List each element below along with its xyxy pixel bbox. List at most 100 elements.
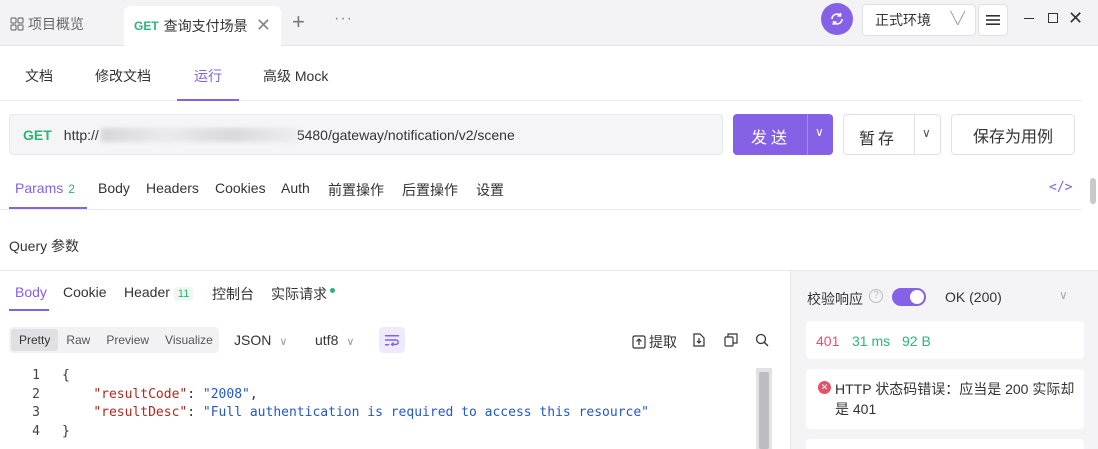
encoding-value: utf8 bbox=[315, 332, 339, 348]
help-icon[interactable]: ? bbox=[869, 289, 883, 303]
tab-pre-processors[interactable]: 前置操作 bbox=[328, 180, 384, 200]
validation-error: ✕ HTTP 状态码错误：应当是 200 实际却是 401 bbox=[806, 369, 1084, 429]
chevron-down-icon[interactable]: ∨ bbox=[922, 126, 931, 140]
grid-icon bbox=[10, 17, 24, 31]
tab-query-payment-scene[interactable]: GET 查询支付场景 ✕ bbox=[124, 6, 281, 46]
more-tabs-icon[interactable]: ··· bbox=[334, 10, 353, 28]
response-tab-console[interactable]: 控制台 bbox=[212, 284, 254, 304]
expected-response-select[interactable]: OK (200) bbox=[945, 289, 1002, 305]
code-text: "resultCode": "2008", bbox=[93, 386, 258, 402]
code-text: } bbox=[62, 423, 70, 439]
code-line: 4} bbox=[0, 424, 773, 443]
api-subnav: 文档 修改文档 运行 高级 Mock bbox=[0, 46, 1082, 101]
subnav-run[interactable]: 运行 bbox=[194, 66, 222, 86]
tab-settings[interactable]: 设置 bbox=[476, 180, 504, 200]
response-tab-header[interactable]: Header 11 bbox=[124, 284, 194, 301]
request-method[interactable]: GET bbox=[23, 127, 52, 143]
tab-params[interactable]: Params 2 bbox=[15, 180, 75, 196]
subnav-advanced-mock[interactable]: 高级 Mock bbox=[263, 66, 328, 86]
code-line: 3 "resultDesc": "Full authentication is … bbox=[0, 405, 773, 424]
url-prefix: http:// bbox=[63, 126, 99, 143]
url-input[interactable]: GET http:// 5480/gateway/notification/v2… bbox=[9, 114, 723, 155]
view-mode-pretty[interactable]: Pretty bbox=[11, 329, 59, 351]
subnav-docs[interactable]: 文档 bbox=[25, 66, 53, 86]
chevron-down-icon: ╲╱ bbox=[950, 11, 965, 25]
code-scrollbar[interactable] bbox=[756, 368, 772, 449]
response-tabs: Body Cookie Header 11 控制台 实际请求 bbox=[0, 271, 789, 311]
chevron-down-icon[interactable]: ∨ bbox=[815, 125, 824, 139]
extract-icon bbox=[632, 335, 646, 349]
word-wrap-button[interactable] bbox=[379, 327, 405, 353]
subnav-active-indicator bbox=[177, 99, 239, 101]
wrap-icon bbox=[385, 335, 399, 346]
minimize-icon[interactable] bbox=[1024, 18, 1034, 19]
response-tab-actual-request-label: 实际请求 bbox=[271, 286, 327, 302]
response-tab-active-indicator bbox=[9, 309, 49, 311]
validation-next-card bbox=[806, 439, 1084, 449]
header-count-badge: 11 bbox=[173, 287, 194, 301]
request-tabs: Params 2 Body Headers Cookies Auth 前置操作 后… bbox=[0, 168, 1082, 210]
response-view-toolbar: Pretty Raw Preview Visualize JSON ∨ utf8 ∨… bbox=[0, 325, 789, 355]
validate-response-label: 校验响应 bbox=[807, 291, 863, 307]
add-tab-icon[interactable]: + bbox=[292, 10, 305, 34]
chevron-down-icon: ∨ bbox=[279, 336, 288, 348]
send-button[interactable]: 发送 ∨ bbox=[733, 114, 833, 155]
tab-params-label: Params bbox=[15, 180, 64, 196]
save-draft-label: 暂存 bbox=[859, 131, 898, 148]
line-number: 2 bbox=[32, 386, 40, 402]
response-tab-header-label: Header bbox=[124, 284, 170, 300]
validate-response-toggle[interactable] bbox=[892, 288, 926, 306]
sync-icon bbox=[831, 13, 843, 25]
save-draft-button[interactable]: 暂存 ∨ bbox=[843, 114, 941, 155]
tab-method-badge: GET bbox=[134, 19, 159, 33]
response-body-code[interactable]: 1{2 "resultCode": "2008", 3 "resultDesc":… bbox=[0, 368, 773, 449]
tab-auth[interactable]: Auth bbox=[281, 180, 310, 196]
code-icon[interactable]: </> bbox=[1049, 180, 1072, 195]
encoding-select[interactable]: utf8 ∨ bbox=[315, 332, 354, 348]
format-select[interactable]: JSON ∨ bbox=[234, 332, 287, 348]
save-as-case-button[interactable]: 保存为用例 bbox=[951, 114, 1075, 155]
response-time: 31 ms bbox=[852, 333, 891, 349]
search-icon[interactable] bbox=[755, 333, 769, 347]
view-mode-raw[interactable]: Raw bbox=[58, 329, 98, 351]
tab-headers[interactable]: Headers bbox=[146, 180, 199, 196]
subnav-edit-docs[interactable]: 修改文档 bbox=[95, 66, 151, 86]
tab-post-processors[interactable]: 后置操作 bbox=[402, 180, 458, 200]
code-line: 1{ bbox=[0, 368, 773, 387]
view-mode-visualize[interactable]: Visualize bbox=[157, 329, 221, 351]
download-icon[interactable] bbox=[692, 333, 706, 347]
environment-select[interactable]: 正式环境 ╲╱ bbox=[862, 4, 976, 36]
query-params-label: Query 参数 bbox=[9, 238, 80, 254]
response-size: 92 B bbox=[902, 333, 931, 349]
environment-menu-button[interactable] bbox=[978, 4, 1008, 36]
redacted-host bbox=[100, 127, 297, 142]
view-mode-preview[interactable]: Preview bbox=[98, 329, 157, 351]
menu-icon bbox=[986, 15, 1000, 25]
response-tab-cookie[interactable]: Cookie bbox=[63, 284, 107, 300]
window-close-icon[interactable]: ✕ bbox=[1068, 8, 1083, 28]
code-text: { bbox=[62, 368, 70, 383]
format-value: JSON bbox=[234, 332, 272, 348]
chevron-down-icon[interactable]: ∨ bbox=[1059, 288, 1068, 302]
copy-icon[interactable] bbox=[724, 333, 738, 347]
validation-panel: 校验响应 ? OK (200) ∨ 401 31 ms 92 B ✕ HTTP … bbox=[790, 271, 1098, 449]
params-count-badge: 2 bbox=[68, 182, 75, 196]
toggle-knob bbox=[910, 290, 924, 304]
extract-button[interactable]: 提取 bbox=[632, 332, 677, 352]
save-divider bbox=[914, 115, 915, 154]
code-scrollbar-thumb[interactable] bbox=[759, 372, 769, 449]
maximize-icon[interactable] bbox=[1048, 13, 1058, 23]
line-number: 1 bbox=[32, 368, 40, 383]
request-scrollbar[interactable] bbox=[1090, 178, 1096, 204]
tab-project-overview[interactable]: 项目概览 bbox=[10, 14, 84, 34]
extract-label: 提取 bbox=[649, 334, 677, 350]
tab-body[interactable]: Body bbox=[98, 180, 130, 196]
response-tab-actual-request[interactable]: 实际请求 bbox=[271, 284, 335, 304]
close-icon[interactable]: ✕ bbox=[256, 16, 271, 34]
tab-cookies[interactable]: Cookies bbox=[215, 180, 266, 196]
send-divider bbox=[807, 114, 808, 155]
sync-button[interactable] bbox=[821, 3, 853, 35]
send-label: 发送 bbox=[751, 130, 792, 147]
response-tab-body[interactable]: Body bbox=[15, 284, 47, 300]
tab-bar: 项目概览 GET 查询支付场景 ✕ + ··· 正式环境 ╲╱ ✕ bbox=[0, 0, 1098, 46]
